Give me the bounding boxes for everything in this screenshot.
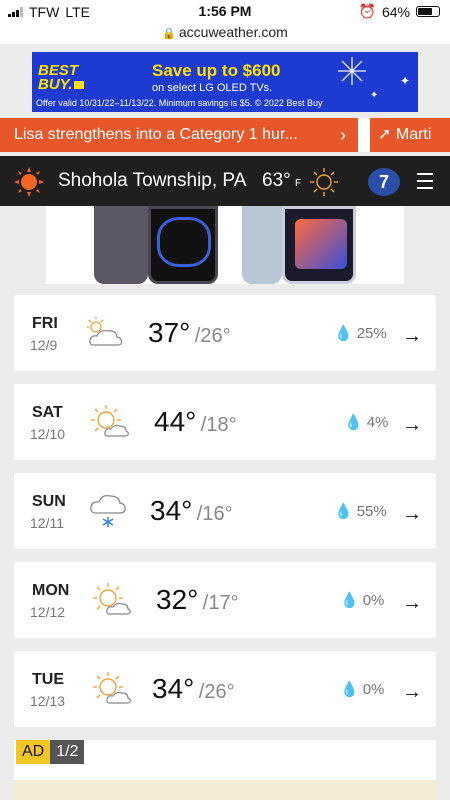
day-of-week: SAT bbox=[32, 404, 63, 421]
precip-value: 4% bbox=[366, 414, 389, 431]
arrow-right-icon[interactable]: → bbox=[402, 325, 422, 348]
brand-line2: BUY. bbox=[38, 76, 73, 93]
ad-label: AD 1/2 bbox=[16, 740, 85, 764]
ad-page-indicator[interactable]: 1/2 bbox=[50, 740, 85, 764]
low-temp: /18° bbox=[200, 414, 237, 436]
day-date: 12/12 bbox=[30, 604, 66, 620]
precip-chance: 💧 55% bbox=[334, 502, 387, 520]
precip-value: 25% bbox=[356, 325, 387, 342]
day-date: 12/10 bbox=[30, 426, 66, 442]
lock-icon: 🔒 bbox=[162, 28, 176, 40]
ad-badge: AD bbox=[16, 740, 51, 764]
sparkle-icon: ✦ bbox=[370, 90, 379, 101]
day-of-week: TUE bbox=[32, 671, 64, 688]
news-headline-card[interactable]: Lisa strengthens into a Category 1 hur..… bbox=[0, 118, 358, 152]
sun-cloud-icon bbox=[93, 672, 131, 704]
low-temp: /17° bbox=[202, 592, 239, 614]
battery-percent: 64% bbox=[381, 3, 410, 20]
phone-image bbox=[242, 206, 282, 284]
day-of-week: SUN bbox=[32, 493, 66, 510]
accuweather-logo-icon[interactable] bbox=[14, 167, 44, 197]
next-news-headline: Marti bbox=[395, 126, 432, 143]
raindrop-icon: 💧 bbox=[344, 414, 363, 431]
forecast-day-card[interactable]: FRI 12/9 37° /26° 💧 25% → bbox=[14, 295, 436, 371]
phone-image bbox=[148, 206, 218, 284]
precip-value: 0% bbox=[362, 681, 385, 698]
current-temp: 63° bbox=[262, 170, 291, 191]
precip-chance: 💧 0% bbox=[340, 591, 384, 609]
high-temp: 37° bbox=[148, 317, 191, 348]
station-logo[interactable]: 7 bbox=[368, 168, 400, 196]
temp-range: 37° /26° bbox=[148, 317, 231, 349]
best-buy-logo: BEST BUY. bbox=[38, 63, 102, 98]
ad-fine-print: Offer valid 10/31/22–11/13/22. Minimum s… bbox=[36, 98, 323, 108]
day-date: 12/9 bbox=[30, 337, 58, 353]
news-ticker: Lisa strengthens into a Category 1 hur..… bbox=[0, 118, 450, 152]
sun-cloud-icon bbox=[91, 405, 129, 437]
news-headline: Lisa strengthens into a Category 1 hur..… bbox=[14, 126, 298, 143]
forecast-day-card[interactable]: SUN 12/11 34° /16° 💧 55% → bbox=[14, 473, 436, 549]
low-temp: /16° bbox=[196, 503, 233, 525]
temp-range: 44° /18° bbox=[154, 406, 237, 438]
day-date: 12/13 bbox=[30, 693, 66, 709]
high-temp: 32° bbox=[156, 584, 199, 615]
raindrop-icon: 💧 bbox=[340, 681, 359, 698]
phone-image bbox=[94, 206, 148, 284]
temp-range: 34° /26° bbox=[152, 673, 235, 705]
status-right: ⏰ 64% bbox=[359, 3, 440, 20]
precip-value: 55% bbox=[356, 503, 387, 520]
raindrop-icon: 💧 bbox=[334, 325, 353, 342]
high-temp: 44° bbox=[154, 406, 197, 437]
ad-headline: Save up to $600 bbox=[152, 61, 281, 80]
ad-subtext: on select LG OLED TVs. bbox=[152, 82, 273, 94]
price-tag-icon bbox=[74, 81, 85, 89]
forecast-day-card[interactable]: SAT 12/10 44° /18° 💧 4% → bbox=[14, 384, 436, 460]
temp-range: 34° /16° bbox=[150, 495, 233, 527]
partly-cloudy-icon bbox=[87, 317, 123, 346]
forecast-day-card[interactable]: TUE 12/13 34° /26° 💧 0% → bbox=[14, 651, 436, 727]
phone-image bbox=[282, 206, 356, 284]
high-temp: 34° bbox=[150, 495, 193, 526]
day-of-week: MON bbox=[32, 582, 70, 599]
raindrop-icon: 💧 bbox=[340, 592, 359, 609]
low-temp: /26° bbox=[194, 325, 231, 347]
hamburger-menu-icon[interactable] bbox=[417, 173, 433, 194]
trending-arrow-icon: ➚ bbox=[378, 126, 392, 143]
arrow-right-icon[interactable]: → bbox=[402, 681, 422, 704]
sun-cloud-icon bbox=[93, 583, 131, 615]
sun-icon bbox=[310, 168, 338, 196]
phone-ad[interactable] bbox=[46, 206, 404, 284]
day-date: 12/11 bbox=[30, 515, 64, 531]
firework-icon bbox=[338, 57, 366, 85]
precip-chance: 💧 4% bbox=[344, 413, 388, 431]
raindrop-icon: 💧 bbox=[334, 503, 353, 520]
status-bar: TFW LTE 1:56 PM ⏰ 64% bbox=[0, 0, 450, 22]
temp-unit: F bbox=[295, 178, 302, 189]
forecast-day-card[interactable]: MON 12/12 32° /17° 💧 0% → bbox=[14, 562, 436, 638]
next-news-card[interactable]: ➚ Marti bbox=[370, 118, 450, 152]
precip-chance: 💧 25% bbox=[334, 324, 387, 342]
url-bar[interactable]: 🔒 accuweather.com bbox=[0, 22, 450, 44]
temp-range: 32° /17° bbox=[156, 584, 239, 616]
high-temp: 34° bbox=[152, 673, 195, 704]
precip-value: 0% bbox=[362, 592, 385, 609]
arrow-right-icon[interactable]: → bbox=[402, 503, 422, 526]
ad-content bbox=[14, 780, 436, 800]
location-name[interactable]: Shohola Township, PA bbox=[58, 170, 246, 192]
best-buy-ad[interactable]: BEST BUY. Save up to $600 on select LG O… bbox=[32, 52, 418, 112]
precip-chance: 💧 0% bbox=[340, 680, 384, 698]
arrow-right-icon[interactable]: → bbox=[402, 592, 422, 615]
day-of-week: FRI bbox=[32, 315, 58, 332]
battery-icon bbox=[416, 6, 440, 17]
arrow-right-icon[interactable]: → bbox=[402, 414, 422, 437]
snow-cloud-icon bbox=[90, 494, 126, 527]
site-header: Shohola Township, PA 63° F 7 bbox=[0, 156, 450, 206]
low-temp: /26° bbox=[198, 681, 235, 703]
url-text: accuweather.com bbox=[178, 24, 288, 40]
alarm-icon: ⏰ bbox=[358, 3, 376, 19]
sparkle-icon: ✦ bbox=[400, 74, 411, 88]
chevron-right-icon: › bbox=[340, 125, 346, 145]
